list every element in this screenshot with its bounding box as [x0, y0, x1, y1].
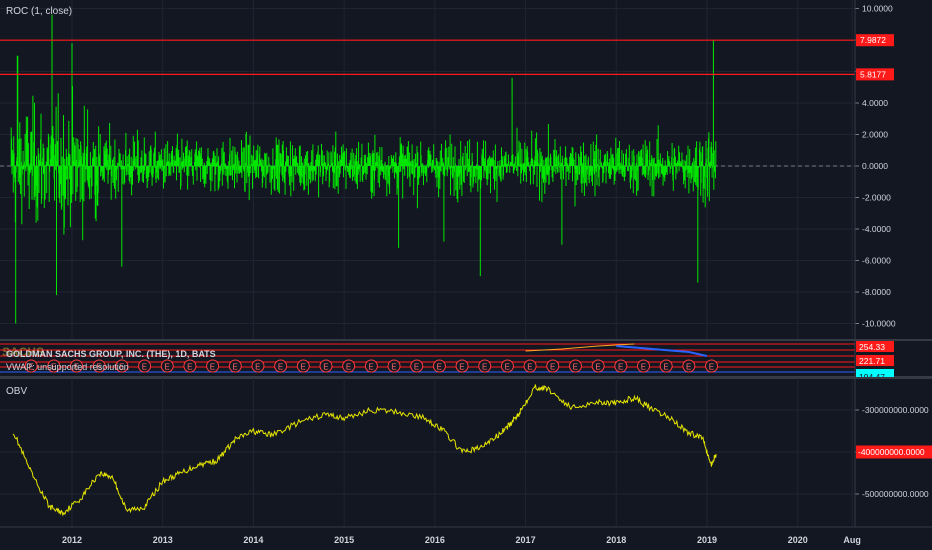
time-axis-label: 2013: [153, 535, 173, 545]
time-axis-label: 2014: [243, 535, 263, 545]
earnings-marker-label: E: [278, 363, 283, 372]
obv-legend[interactable]: OBV: [6, 386, 27, 397]
price-tag-1: 254.33: [856, 341, 894, 352]
earnings-marker-label: E: [232, 363, 237, 372]
time-axis[interactable]: 2012 2013 2014 2015 2016 2017 2018 2019 2020 Aug: [62, 535, 861, 545]
roc-y-tick: -8.0000: [862, 287, 891, 297]
roc-y-tick: 4.0000: [862, 98, 888, 108]
obv-value-tag: -400000000.0000: [856, 445, 932, 459]
vwap-legend[interactable]: VWAP: unsupported resolution: [6, 362, 129, 372]
time-axis-label: 2020: [788, 535, 808, 545]
roc-lower-tag-value: 5.8177: [860, 69, 886, 79]
roc-legend[interactable]: ROC (1, close): [6, 6, 72, 17]
earnings-marker-label: E: [686, 363, 691, 372]
roc-y-tick: -6.0000: [862, 256, 891, 266]
earnings-marker-label: E: [187, 363, 192, 372]
earnings-marker-label: E: [323, 363, 328, 372]
earnings-marker-label: E: [346, 363, 351, 372]
chart-svg: ROC (1, close) 10.00008.00006.00004.0000…: [0, 0, 932, 545]
roc-y-tick: -2.0000: [862, 193, 891, 203]
roc-lower-tag: 5.8177: [856, 68, 894, 81]
earnings-marker-label: E: [391, 363, 396, 372]
obv-tag-value: -400000000.0000: [858, 447, 925, 457]
earnings-marker-label: E: [210, 363, 215, 372]
time-axis-label: 2015: [334, 535, 354, 545]
roc-series: [10, 14, 717, 324]
earnings-marker-label: E: [301, 363, 306, 372]
roc-bars-path: [10, 14, 717, 324]
earnings-marker-label: E: [618, 363, 623, 372]
time-axis-label: 2016: [425, 535, 445, 545]
price-tag-2: 221.71: [856, 355, 894, 366]
roc-pane[interactable]: ROC (1, close) 10.00008.00006.00004.0000…: [0, 0, 896, 340]
roc-y-tick: 2.0000: [862, 130, 888, 140]
earnings-marker-label: E: [164, 363, 169, 372]
roc-y-tick: -4.0000: [862, 224, 891, 234]
roc-upper-tag: 7.9872: [856, 34, 894, 47]
earnings-marker-label: E: [255, 363, 260, 372]
earnings-marker-label: E: [414, 363, 419, 372]
earnings-marker-label: E: [505, 363, 510, 372]
obv-y-tick: -300000000.0000: [862, 405, 929, 415]
earnings-marker-label: E: [437, 363, 442, 372]
chart-root: ROC (1, close) 10.00008.00006.00004.0000…: [0, 0, 932, 550]
earnings-marker-label: E: [527, 363, 532, 372]
earnings-marker-label: E: [369, 363, 374, 372]
earnings-marker-label: E: [709, 363, 714, 372]
roc-y-axis[interactable]: 10.00008.00006.00004.00002.00000.0000-2.…: [855, 4, 896, 329]
time-axis-label: 2012: [62, 535, 82, 545]
time-axis-label: 2018: [606, 535, 626, 545]
obv-grid: [0, 378, 855, 527]
price-legend[interactable]: GOLDMAN SACHS GROUP, INC. (THE), 1D, BAT…: [6, 349, 216, 359]
obv-pane[interactable]: OBV -300000000.0000 -400000000.0000 -50000…: [0, 378, 932, 527]
price-tag-1-value: 254.33: [859, 342, 885, 352]
roc-y-tick: 10.0000: [862, 4, 893, 14]
roc-y-tick: -10.0000: [862, 319, 896, 329]
roc-upper-tag-value: 7.9872: [860, 35, 886, 45]
earnings-marker-label: E: [663, 363, 668, 372]
earnings-marker-label: E: [550, 363, 555, 372]
obv-series: [12, 384, 717, 517]
earnings-marker-label: E: [595, 363, 600, 372]
price-overlay-line: [616, 345, 708, 357]
time-axis-label: Aug: [843, 535, 861, 545]
time-axis-label: 2019: [697, 535, 717, 545]
time-axis-label: 2017: [516, 535, 536, 545]
earnings-marker-label: E: [573, 363, 578, 372]
earnings-marker-label: E: [641, 363, 646, 372]
earnings-marker-label: E: [482, 363, 487, 372]
roc-y-tick: 0.0000: [862, 161, 888, 171]
earnings-marker-label: E: [142, 363, 147, 372]
earnings-marker-label: E: [459, 363, 464, 372]
price-pane[interactable]: SACHS EEEEEEEEEEEEEEEEEEEEEEEEEEEEEEE GO…: [0, 341, 894, 382]
price-tag-2-value: 221.71: [859, 356, 885, 366]
obv-y-tick: -500000000.0000: [862, 489, 929, 499]
